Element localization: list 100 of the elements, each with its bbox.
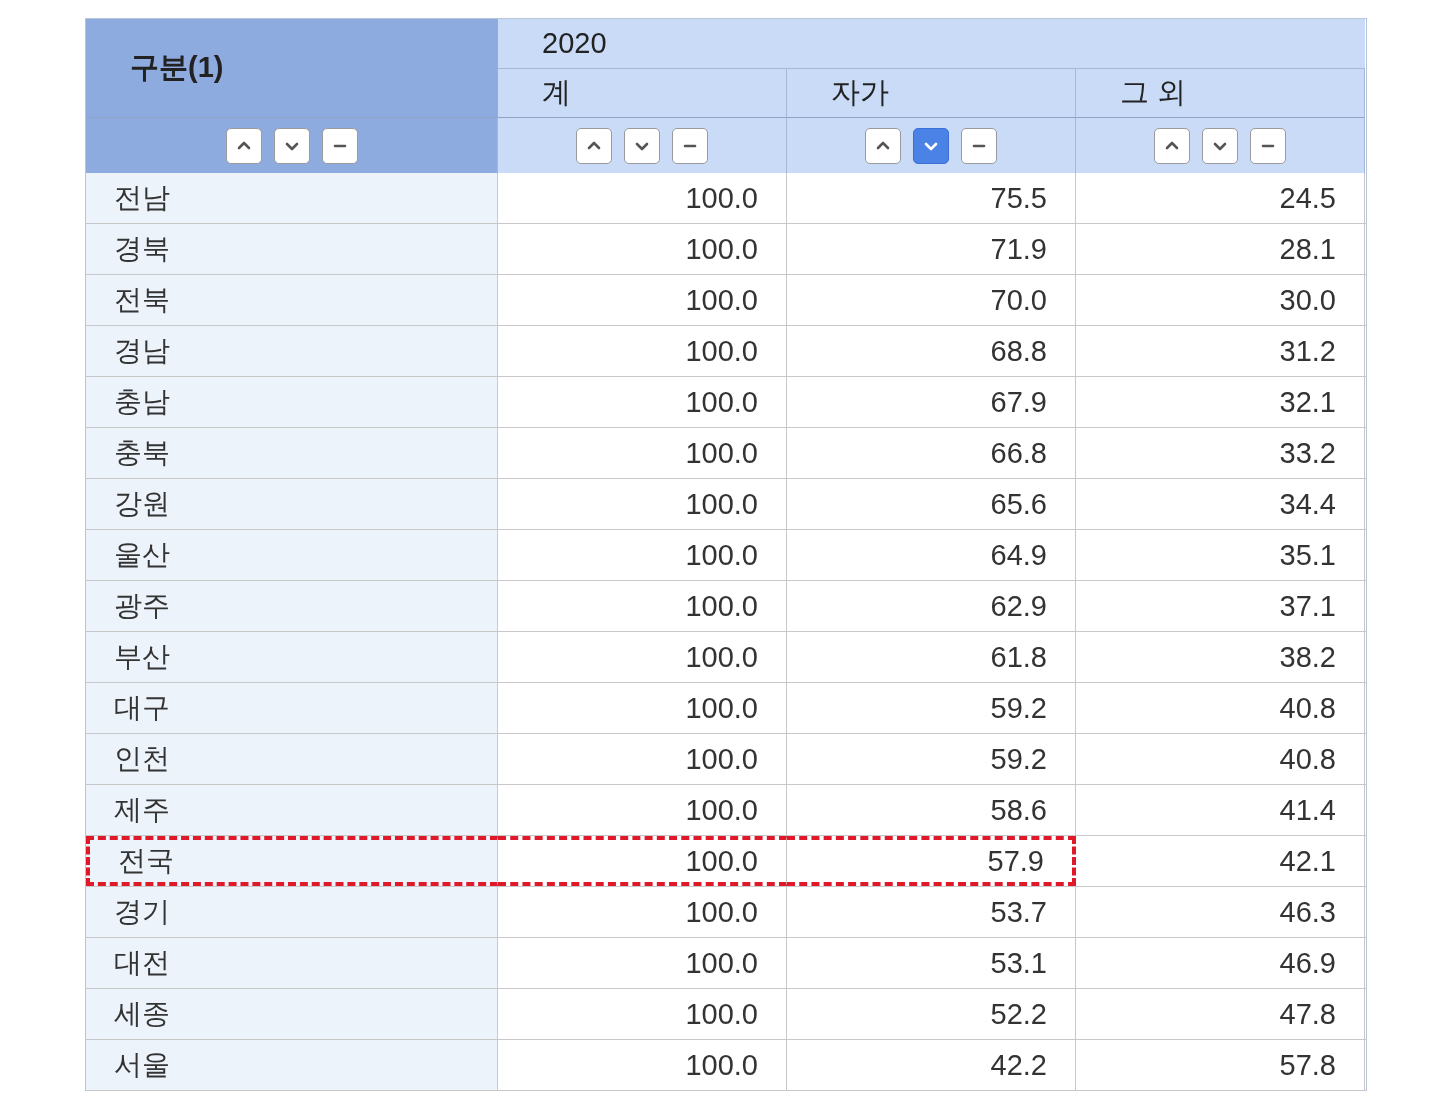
value-cell: 100.0: [498, 581, 787, 631]
value-cell: 100.0: [498, 683, 787, 733]
region-cell: 부산: [86, 632, 498, 682]
value-cell: 57.8: [1076, 1040, 1365, 1090]
value-cell: 42.2: [787, 1040, 1076, 1090]
value-cell: 28.1: [1076, 224, 1365, 274]
value-cell: 41.4: [1076, 785, 1365, 835]
value-cell: 100.0: [498, 887, 787, 937]
chevron-up-icon: [236, 140, 251, 151]
value-cell: 53.1: [787, 938, 1076, 988]
value-cell: 75.5: [787, 173, 1076, 223]
value-cell: 33.2: [1076, 428, 1365, 478]
value-cell: 100.0: [498, 785, 787, 835]
value-cell: 46.9: [1076, 938, 1365, 988]
region-cell: 충남: [86, 377, 498, 427]
sort-down-button[interactable]: [624, 127, 660, 164]
value-cell: 61.8: [787, 632, 1076, 682]
sort-down-button[interactable]: [273, 127, 310, 164]
value-cell: 42.1: [1076, 836, 1365, 886]
value-cell: 38.2: [1076, 632, 1365, 682]
value-cell: 100.0: [498, 326, 787, 376]
value-cell: 100.0: [498, 836, 787, 886]
reset-sort-button[interactable]: [1250, 127, 1286, 164]
sort-up-button[interactable]: [865, 127, 901, 164]
chevron-up-icon: [587, 140, 601, 151]
sort-up-button[interactable]: [225, 127, 262, 164]
value-cell: 70.0: [787, 275, 1076, 325]
value-cell: 100.0: [498, 938, 787, 988]
reset-sort-button[interactable]: [321, 127, 358, 164]
value-cell: 58.6: [787, 785, 1076, 835]
region-cell: 경남: [86, 326, 498, 376]
value-cell: 100.0: [498, 275, 787, 325]
value-cell: 100.0: [498, 989, 787, 1039]
chevron-up-icon: [1165, 140, 1179, 151]
value-cell: 59.2: [787, 683, 1076, 733]
value-cell: 40.8: [1076, 683, 1365, 733]
minus-icon: [683, 143, 697, 148]
value-cell: 37.1: [1076, 581, 1365, 631]
value-cell: 100.0: [498, 1040, 787, 1090]
region-cell: 세종: [86, 989, 498, 1039]
region-cell: 전국: [86, 836, 498, 886]
region-cell: 전남: [86, 173, 498, 223]
value-cell: 100.0: [498, 479, 787, 529]
value-cell: 40.8: [1076, 734, 1365, 784]
value-cell: 64.9: [787, 530, 1076, 580]
chevron-up-icon: [876, 140, 890, 151]
value-cell: 65.6: [787, 479, 1076, 529]
region-cell: 경기: [86, 887, 498, 937]
value-cell: 100.0: [498, 428, 787, 478]
reset-sort-button[interactable]: [672, 127, 708, 164]
chevron-down-icon: [1213, 140, 1227, 151]
value-cell: 100.0: [498, 530, 787, 580]
region-cell: 충북: [86, 428, 498, 478]
region-cell: 서울: [86, 1040, 498, 1090]
value-cell: 71.9: [787, 224, 1076, 274]
year-header: 2020: [498, 19, 1365, 69]
region-cell: 인천: [86, 734, 498, 784]
region-cell: 제주: [86, 785, 498, 835]
sort-up-button[interactable]: [576, 127, 612, 164]
value-cell: 62.9: [787, 581, 1076, 631]
minus-icon: [972, 143, 986, 148]
region-cell: 울산: [86, 530, 498, 580]
minus-icon: [332, 143, 347, 148]
value-cell: 66.8: [787, 428, 1076, 478]
region-cell: 강원: [86, 479, 498, 529]
chevron-down-icon: [924, 140, 938, 151]
stub-header: 구분(1): [86, 19, 498, 117]
value-cell: 46.3: [1076, 887, 1365, 937]
region-cell: 경북: [86, 224, 498, 274]
value-cell: 52.2: [787, 989, 1076, 1039]
value-cell: 30.0: [1076, 275, 1365, 325]
column-header: 계: [498, 69, 787, 117]
value-cell: 34.4: [1076, 479, 1365, 529]
value-cell: 35.1: [1076, 530, 1365, 580]
value-cell: 47.8: [1076, 989, 1365, 1039]
sort-down-button[interactable]: [913, 127, 949, 164]
region-cell: 전북: [86, 275, 498, 325]
value-cell: 67.9: [787, 377, 1076, 427]
value-cell: 100.0: [498, 734, 787, 784]
value-cell: 100.0: [498, 632, 787, 682]
value-cell: 31.2: [1076, 326, 1365, 376]
value-cell: 24.5: [1076, 173, 1365, 223]
minus-icon: [1261, 143, 1275, 148]
value-cell: 53.7: [787, 887, 1076, 937]
value-cell: 57.9: [787, 836, 1076, 886]
region-cell: 광주: [86, 581, 498, 631]
column-header: 그 외: [1076, 69, 1365, 117]
chevron-down-icon: [635, 140, 649, 151]
value-cell: 100.0: [498, 377, 787, 427]
value-cell: 68.8: [787, 326, 1076, 376]
region-cell: 대전: [86, 938, 498, 988]
region-cell: 대구: [86, 683, 498, 733]
column-header: 자가: [787, 69, 1076, 117]
value-cell: 100.0: [498, 173, 787, 223]
value-cell: 32.1: [1076, 377, 1365, 427]
sort-up-button[interactable]: [1154, 127, 1190, 164]
chevron-down-icon: [284, 140, 299, 151]
sort-down-button[interactable]: [1202, 127, 1238, 164]
value-cell: 100.0: [498, 224, 787, 274]
reset-sort-button[interactable]: [961, 127, 997, 164]
